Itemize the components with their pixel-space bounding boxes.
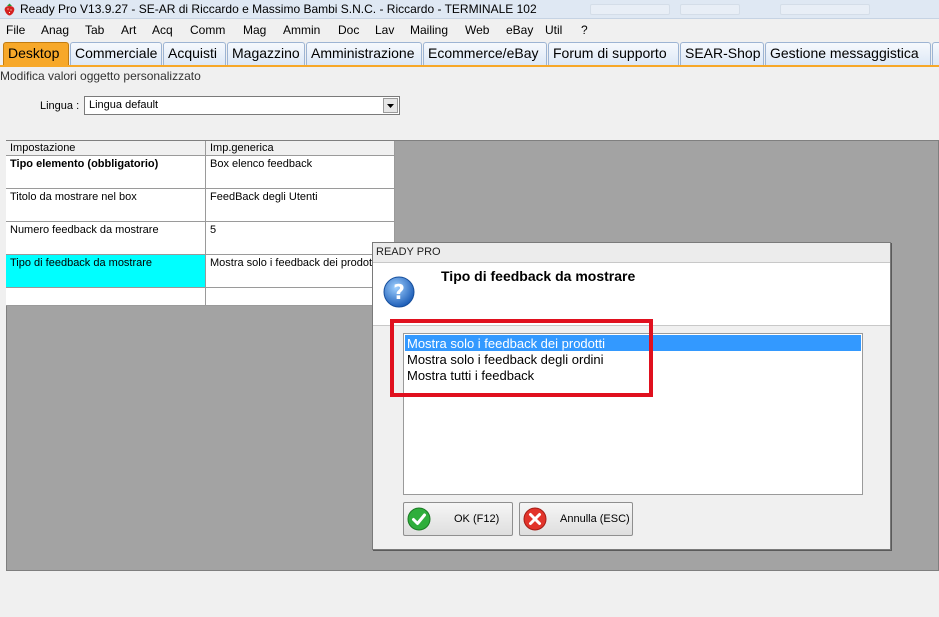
lingua-label: Lingua : — [40, 100, 80, 112]
title-bar: Ready Pro V13.9.27 - SE-AR di Riccardo e… — [0, 0, 939, 19]
menu-mag[interactable]: Mag — [243, 23, 266, 37]
menu-mailing[interactable]: Mailing — [410, 23, 448, 37]
grid-row-value[interactable] — [206, 288, 395, 306]
page-caption: Modifica valori oggetto personalizzato — [0, 69, 201, 83]
svg-text:?: ? — [393, 280, 405, 304]
tab-ecommerce-ebay[interactable]: Ecommerce/eBay — [423, 42, 547, 65]
menu-help[interactable]: ? — [581, 23, 588, 37]
grid-header-impgenerica[interactable]: Imp.generica — [206, 141, 395, 156]
tab-gestione-messaggistica[interactable]: Gestione messaggistica — [765, 42, 931, 65]
cancel-label: Annulla (ESC) — [560, 513, 630, 525]
dialog-header: ? Tipo di feedback da mostrare — [373, 263, 890, 326]
tab-underline — [0, 65, 939, 67]
dropdown-button[interactable] — [383, 98, 398, 113]
grid-row-label[interactable] — [6, 288, 206, 306]
menu-acq[interactable]: Acq — [152, 23, 173, 37]
lingua-value: Lingua default — [89, 99, 159, 111]
menu-doc[interactable]: Doc — [338, 23, 359, 37]
menu-file[interactable]: File — [6, 23, 25, 37]
menu-comm[interactable]: Comm — [190, 23, 225, 37]
menu-ebay[interactable]: eBay — [506, 23, 533, 37]
menu-art[interactable]: Art — [121, 23, 136, 37]
feedback-type-dialog: READY PRO ? Tipo di feedback da mostrare… — [372, 242, 891, 550]
grid-row-value[interactable]: 5 — [206, 222, 395, 255]
tab-acquisti[interactable]: Acquisti — [163, 42, 226, 65]
tab-magazzino[interactable]: Magazzino — [227, 42, 305, 65]
annotation-highlight-box — [390, 319, 653, 397]
menu-web[interactable]: Web — [465, 23, 489, 37]
menu-anag[interactable]: Anag — [41, 23, 69, 37]
title-decoration — [680, 4, 740, 15]
cancel-button[interactable]: Annulla (ESC) — [519, 502, 633, 536]
chevron-down-icon — [387, 104, 394, 108]
grid-row-value[interactable]: FeedBack degli Utenti — [206, 189, 395, 222]
grid-row-label[interactable]: Tipo elemento (obbligatorio) — [6, 156, 206, 189]
grid-header-impostazione[interactable]: Impostazione — [6, 141, 206, 156]
grid-row-label[interactable]: Titolo da mostrare nel box — [6, 189, 206, 222]
title-decoration — [590, 4, 670, 15]
tab-bar: Desktop Commerciale Acquisti Magazzino A… — [0, 40, 939, 66]
menu-bar: File Anag Tab Art Acq Comm Mag Ammin Doc… — [0, 20, 939, 40]
settings-grid: Impostazione Imp.generica Tipo elemento … — [6, 141, 395, 306]
dialog-heading: Tipo di feedback da mostrare — [441, 268, 636, 284]
grid-row-label[interactable]: Numero feedback da mostrare — [6, 222, 206, 255]
check-icon — [407, 507, 431, 531]
cancel-icon — [523, 507, 547, 531]
tab-forum-supporto[interactable]: Forum di supporto — [548, 42, 679, 65]
grid-row-label[interactable]: Tipo di feedback da mostrare — [6, 255, 206, 288]
ok-label: OK (F12) — [454, 513, 500, 525]
tab-commerciale[interactable]: Commerciale — [70, 42, 162, 65]
grid-row-value[interactable]: Mostra solo i feedback dei prodotti — [206, 255, 395, 288]
menu-tab[interactable]: Tab — [85, 23, 104, 37]
menu-util[interactable]: Util — [545, 23, 562, 37]
tab-amministrazione[interactable]: Amministrazione — [306, 42, 422, 65]
tab-desktop[interactable]: Desktop — [3, 42, 69, 65]
tab-overflow[interactable] — [932, 42, 939, 65]
window-title: Ready Pro V13.9.27 - SE-AR di Riccardo e… — [20, 2, 537, 16]
grid-row-value[interactable]: Box elenco feedback — [206, 156, 395, 189]
tab-sear-shop[interactable]: SEAR-Shop — [680, 42, 764, 65]
menu-lav[interactable]: Lav — [375, 23, 394, 37]
status-area — [0, 571, 939, 617]
strawberry-icon — [4, 3, 15, 16]
title-decoration — [780, 4, 870, 15]
dialog-title-bar[interactable]: READY PRO — [373, 243, 890, 263]
dialog-title: READY PRO — [376, 246, 441, 258]
ok-button[interactable]: OK (F12) — [403, 502, 513, 536]
menu-ammin[interactable]: Ammin — [283, 23, 320, 37]
lingua-select[interactable]: Lingua default — [84, 96, 400, 115]
question-icon: ? — [383, 276, 415, 308]
